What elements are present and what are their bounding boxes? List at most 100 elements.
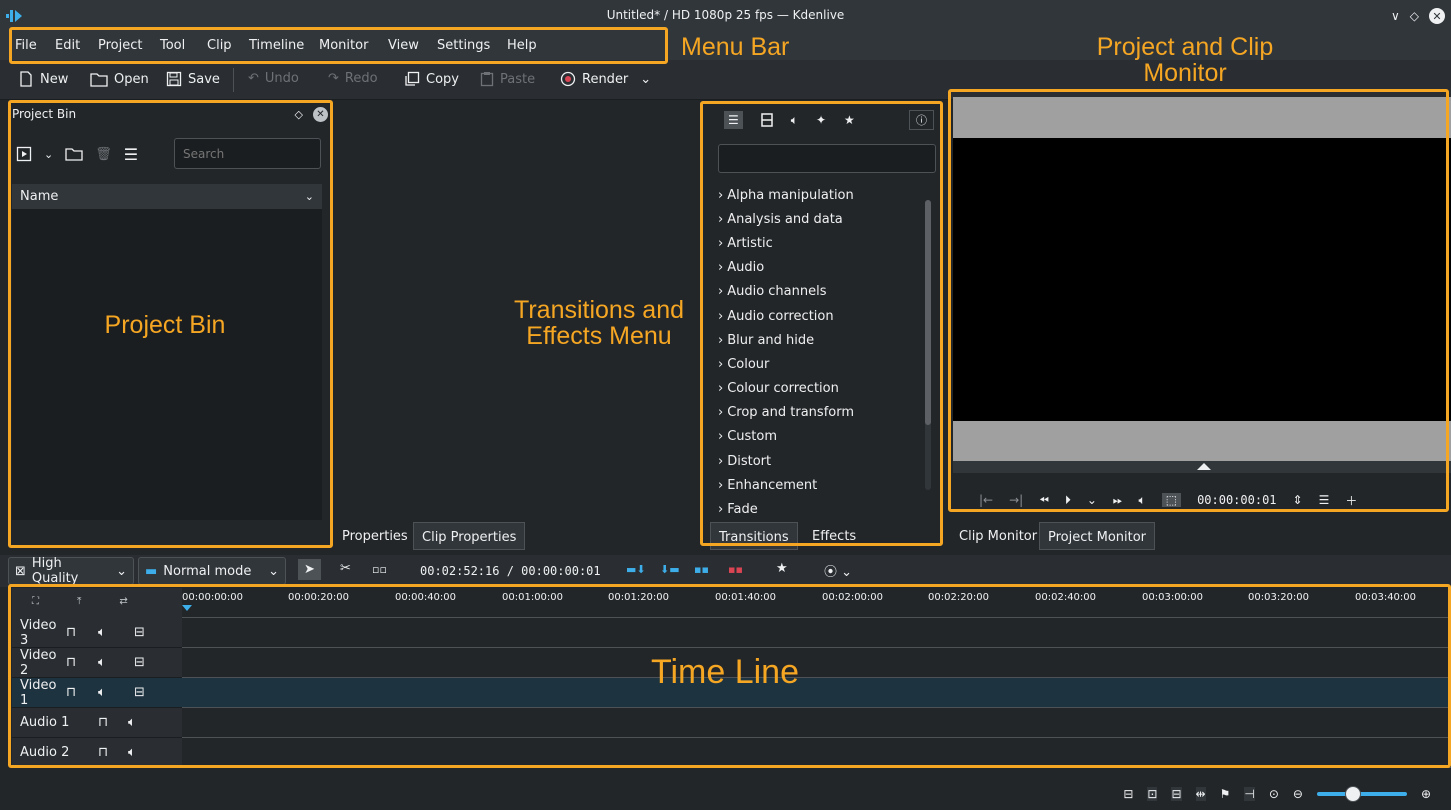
menu-settings[interactable]: Settings	[437, 38, 490, 53]
hide-video-icon[interactable]: ⊟	[134, 655, 145, 670]
lock-icon[interactable]: ⊓	[66, 655, 98, 670]
copy-button[interactable]: Copy	[404, 71, 459, 87]
effect-category[interactable]: › Custom	[718, 425, 926, 449]
show-audio-thumbnails-icon[interactable]: ⊟	[1171, 787, 1182, 801]
effect-category[interactable]: › Colour correction	[718, 377, 926, 401]
lock-icon[interactable]: ⊓	[98, 745, 128, 760]
set-zone-out-icon[interactable]: →|	[1009, 493, 1023, 507]
chevron-down-icon[interactable]: ⌄	[305, 190, 314, 203]
open-button[interactable]: Open	[90, 71, 149, 87]
quality-select[interactable]: ⊠ High Quality ⌄	[8, 556, 134, 586]
menu-monitor[interactable]: Monitor	[319, 38, 368, 53]
audio-effects-icon[interactable]: 🔈︎	[791, 113, 798, 128]
tab-clip-monitor[interactable]: Clip Monitor	[951, 522, 1045, 550]
zoom-in-icon[interactable]: ⊕	[1421, 787, 1431, 801]
monitor-timecode[interactable]: 00:00:00:01	[1197, 493, 1276, 507]
spacer-tool-icon[interactable]: ▫▫	[372, 563, 387, 576]
forward-icon[interactable]: ⏩︎	[1113, 493, 1123, 508]
zoom-slider-handle[interactable]	[1344, 786, 1361, 802]
menu-help[interactable]: Help	[507, 38, 537, 53]
mute-icon[interactable]: 🔈︎	[98, 685, 134, 700]
video-effects-icon[interactable]	[761, 113, 773, 127]
effect-category[interactable]: › Analysis and data	[718, 207, 926, 231]
fit-tracks-icon[interactable]: ⤒	[77, 596, 81, 607]
tab-properties[interactable]: Properties	[334, 522, 416, 550]
monitor-video-view[interactable]	[953, 138, 1451, 421]
track-row-audio-2[interactable]	[182, 738, 1451, 768]
effect-category[interactable]: › Fade	[718, 497, 926, 521]
effect-category[interactable]: › Audio channels	[718, 280, 926, 304]
add-marker-icon[interactable]: ＋	[1345, 492, 1357, 509]
show-thumbnails-icon[interactable]: ⊡	[1147, 787, 1158, 801]
menu-project[interactable]: Project	[98, 38, 142, 53]
spinner-icon[interactable]: ⇕	[1293, 493, 1303, 507]
effect-category[interactable]: › Alpha manipulation	[718, 183, 926, 207]
mute-icon[interactable]: 🔈︎	[98, 655, 134, 670]
snap-icon[interactable]: ⊣	[1244, 787, 1255, 801]
playhead-marker-icon[interactable]	[1197, 463, 1211, 470]
paste-button[interactable]: Paste	[480, 71, 535, 87]
menu-icon[interactable]: ☰	[124, 145, 138, 164]
razor-tool-icon[interactable]: ✂	[340, 561, 351, 576]
render-button[interactable]: Render ⌄	[560, 71, 651, 87]
effect-category[interactable]: › Audio	[718, 256, 926, 280]
undo-button[interactable]: ↶ Undo	[248, 71, 299, 86]
track-row-video-3[interactable]	[182, 618, 1451, 648]
rewind-icon[interactable]: ⏪︎	[1039, 493, 1049, 508]
track-tools-icon[interactable]: ⇄	[119, 596, 127, 607]
track-header-audio-1[interactable]: Audio 1 ⊓ 🔈︎	[12, 708, 182, 738]
overwrite-icon[interactable]: ⬇▬	[660, 563, 680, 576]
bin-clip-list[interactable]	[12, 210, 322, 520]
effect-category[interactable]: › Colour	[718, 352, 926, 376]
volume-icon[interactable]: 🔈︎	[1139, 493, 1146, 508]
close-window-icon[interactable]: ✕	[1429, 8, 1445, 24]
effect-category[interactable]: › Crop and transform	[718, 401, 926, 425]
hide-video-icon[interactable]: ⊟	[134, 685, 145, 700]
effect-category[interactable]: › Enhancement	[718, 473, 926, 497]
menu-icon[interactable]: ☰	[1319, 493, 1330, 507]
menu-tool[interactable]: Tool	[160, 38, 185, 53]
tab-project-monitor[interactable]: Project Monitor	[1039, 522, 1156, 550]
info-icon[interactable]: ⓘ	[909, 110, 934, 130]
float-panel-icon[interactable]: ◇	[295, 108, 303, 121]
delete-icon[interactable]: 🗑︎	[95, 147, 112, 162]
menu-view[interactable]: View	[388, 38, 419, 53]
tab-effects[interactable]: Effects	[804, 522, 864, 550]
save-button[interactable]: Save	[166, 71, 220, 87]
flag-icon[interactable]: ⚑	[1220, 787, 1231, 801]
close-panel-icon[interactable]: ✕	[313, 106, 328, 122]
minimize-icon[interactable]: ∨	[1391, 9, 1400, 23]
mute-icon[interactable]: 🔈︎	[128, 715, 136, 730]
edit-mode-select[interactable]: ▬ Normal mode ⌄	[138, 557, 286, 585]
record-icon[interactable]: ⦿ ⌄	[824, 561, 852, 580]
track-header-video-2[interactable]: Video 2 ⊓ 🔈︎ ⊟	[12, 648, 182, 678]
chevron-down-icon[interactable]: ⌄	[1087, 493, 1097, 507]
add-folder-icon[interactable]	[65, 146, 83, 162]
track-header-video-3[interactable]: Video 3 ⊓ 🔈︎ ⊟	[12, 618, 182, 648]
tab-transitions[interactable]: Transitions	[710, 522, 798, 550]
lock-icon[interactable]: ⊓	[98, 715, 128, 730]
effect-category[interactable]: › Audio correction	[718, 304, 926, 328]
name-column-header[interactable]: Name	[20, 189, 58, 204]
new-button[interactable]: New	[18, 71, 68, 87]
chevron-down-icon[interactable]: ⌄	[44, 148, 53, 161]
insert-icon[interactable]: ▬⬇	[626, 563, 646, 576]
mute-icon[interactable]: 🔈︎	[98, 625, 134, 640]
zoom-fit-icon[interactable]: ⊙	[1269, 787, 1279, 801]
mute-icon[interactable]: 🔈︎	[128, 745, 136, 760]
lock-icon[interactable]: ⊓	[66, 625, 98, 640]
menu-clip[interactable]: Clip	[207, 38, 232, 53]
redo-button[interactable]: ↷ Redo	[328, 71, 378, 86]
effects-scrollbar-thumb[interactable]	[925, 200, 931, 425]
effect-category[interactable]: › Blur and hide	[718, 328, 926, 352]
monitor-ruler[interactable]	[953, 461, 1451, 473]
bin-search-input[interactable]	[174, 138, 321, 169]
lift-icon[interactable]: ▪▪	[728, 563, 743, 576]
tab-clip-properties[interactable]: Clip Properties	[413, 522, 526, 550]
safe-zone-icon[interactable]: ⬚	[1161, 493, 1182, 507]
chevron-down-icon[interactable]: ⌄	[640, 72, 651, 87]
playhead-icon[interactable]	[182, 605, 192, 611]
track-row-audio-1[interactable]	[182, 708, 1451, 738]
set-zone-in-icon[interactable]: |←	[979, 493, 993, 507]
play-icon[interactable]: ⏵︎	[1065, 493, 1071, 508]
